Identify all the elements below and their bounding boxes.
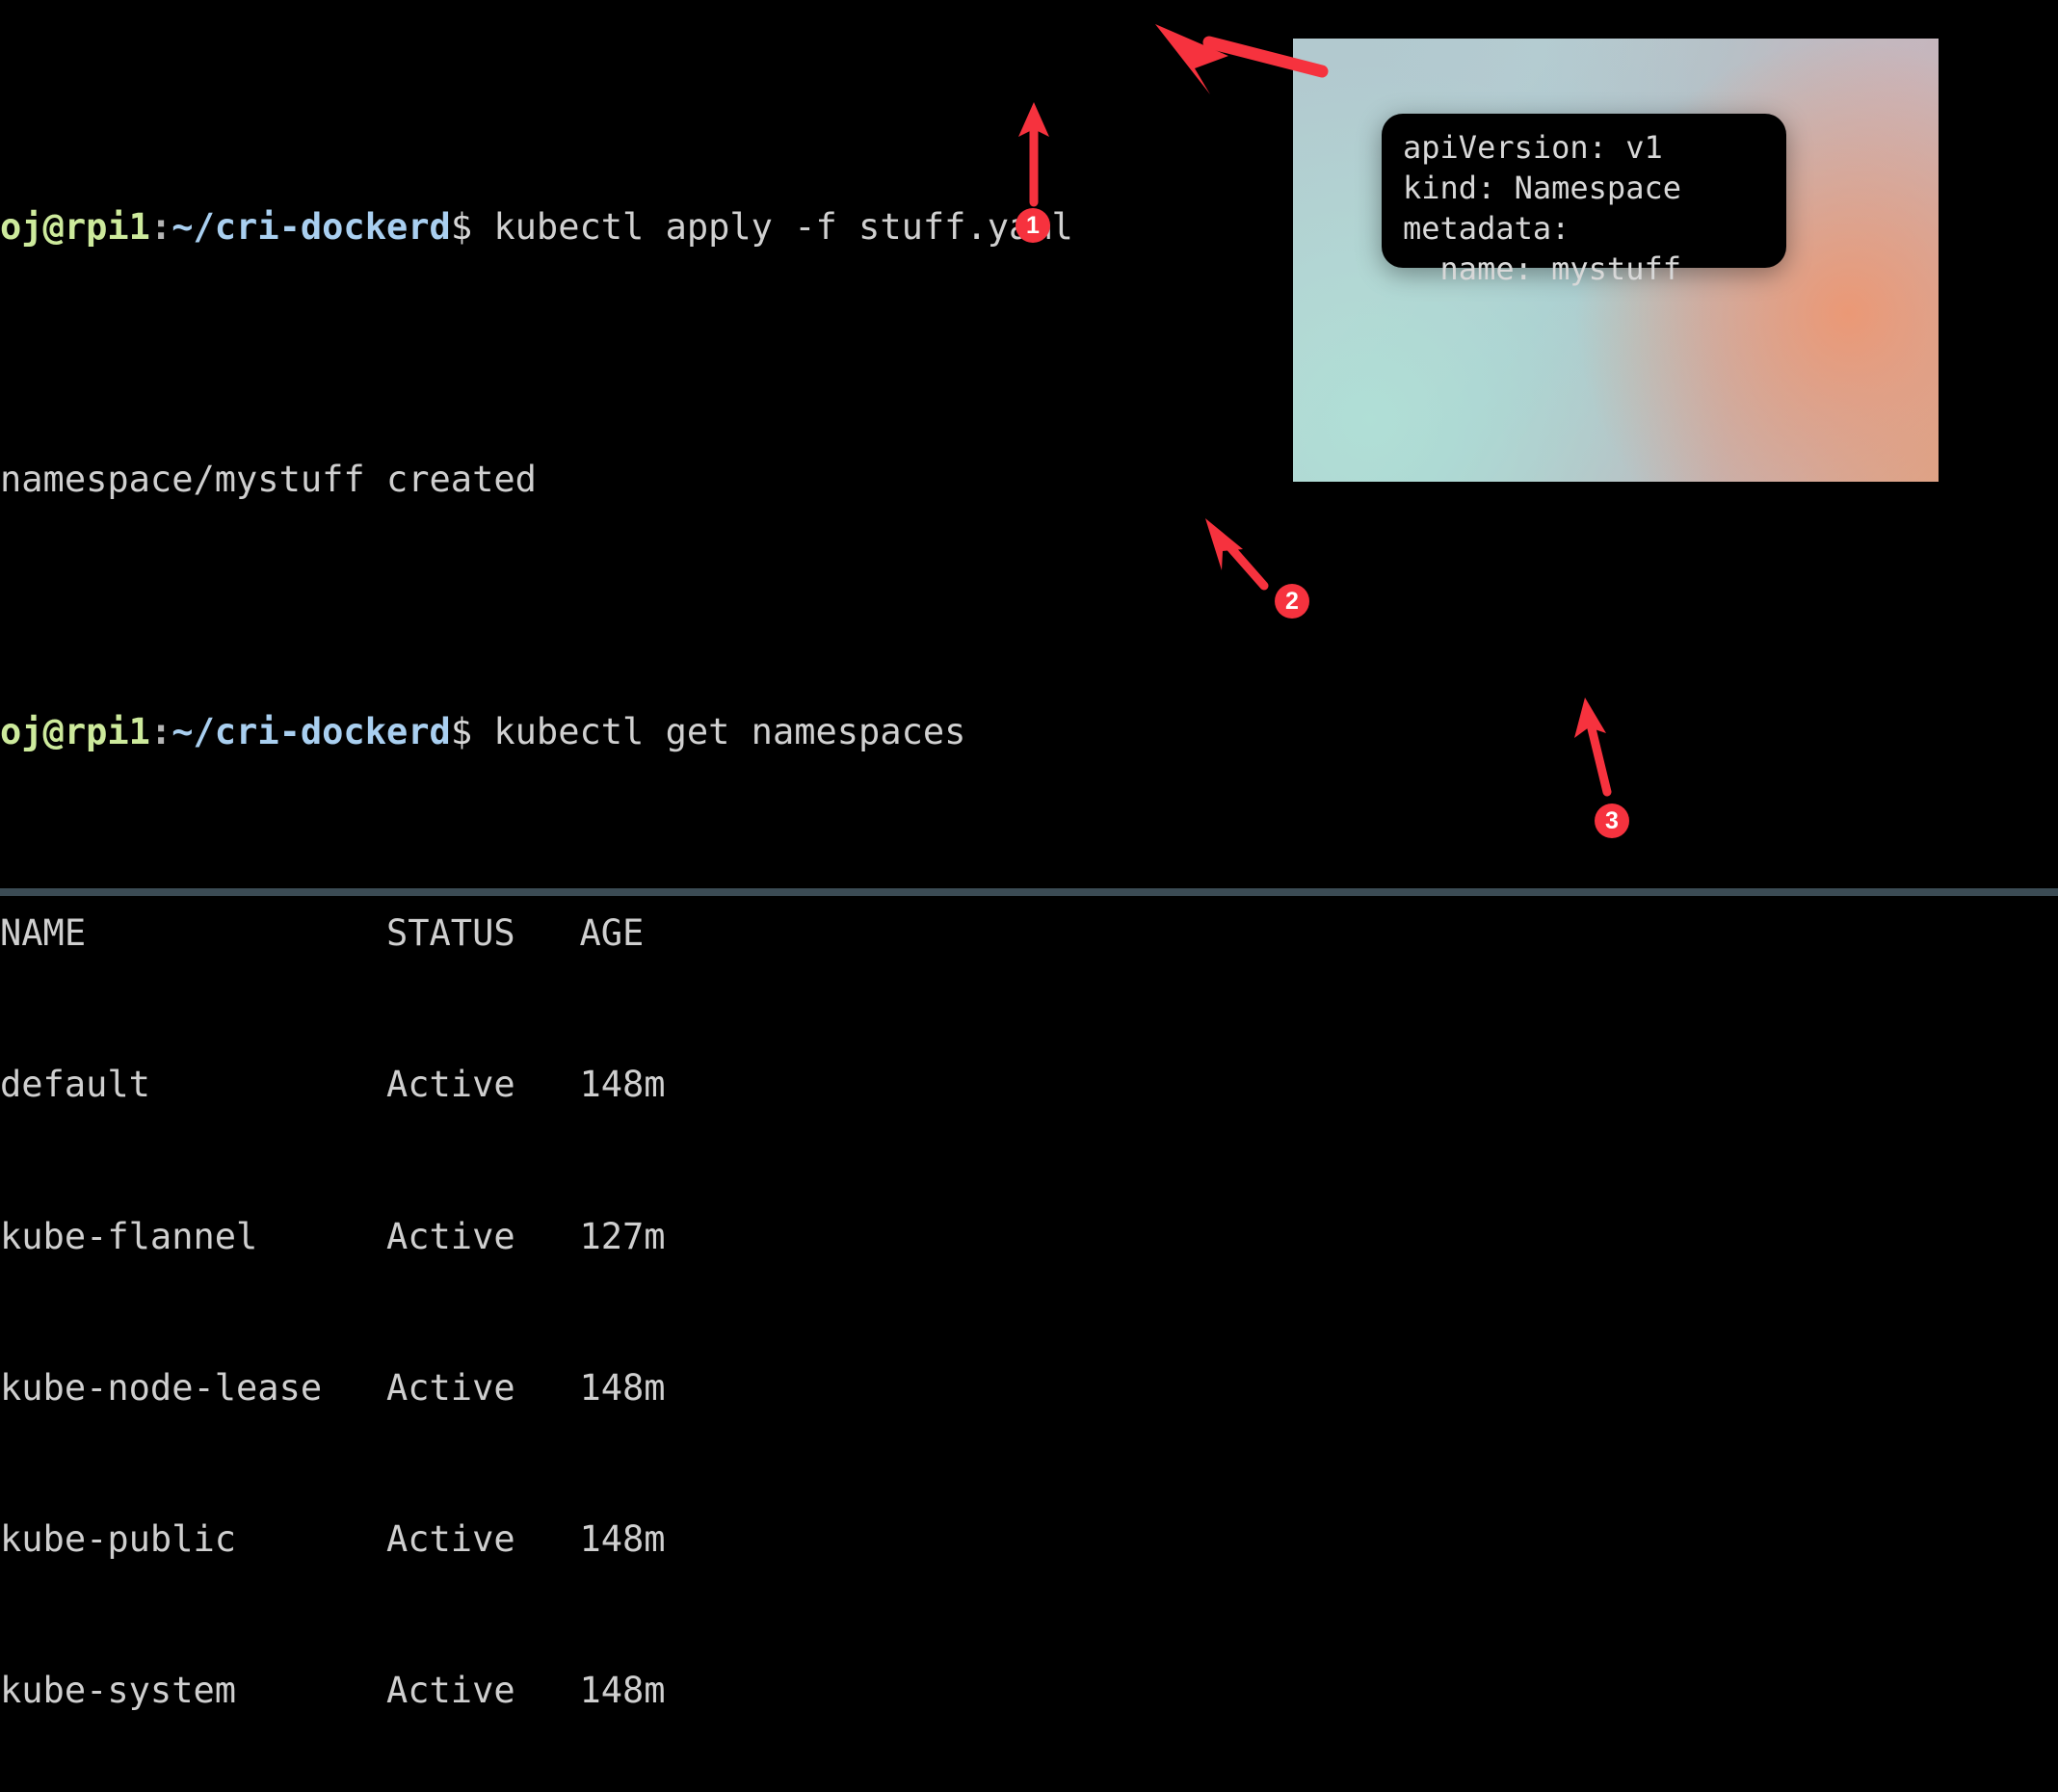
- terminal-line-prompt: oj@rpi1:~/cri-dockerd$ kubectl get names…: [0, 707, 2058, 757]
- prompt-user-host: oj@rpi1: [0, 205, 150, 248]
- callout-badge-1-label: 1: [1026, 211, 1040, 239]
- prompt-path: ~/cri-dockerd: [172, 710, 451, 752]
- inset-image-panel: apiVersion: v1 kind: Namespace metadata:…: [1293, 39, 1939, 482]
- table-row: kube-flannel Active 127m: [0, 1215, 666, 1257]
- table-row: kube-public Active 148m: [0, 1518, 666, 1561]
- terminal-screenshot: oj@rpi1:~/cri-dockerd$ kubectl apply -f …: [0, 0, 2058, 1711]
- prompt-separator: :: [149, 205, 172, 248]
- yaml-line-metadata: metadata:: [1403, 210, 1570, 247]
- callout-badge-2: 2: [1275, 584, 1309, 619]
- table-row: kube-node-lease Active 148m: [0, 1366, 666, 1409]
- yaml-line-apiversion: apiVersion: v1: [1403, 129, 1663, 166]
- table-row: kube-system Active 148m: [0, 1670, 666, 1712]
- yaml-line-kind: kind: Namespace: [1403, 170, 1681, 206]
- yaml-code-card: apiVersion: v1 kind: Namespace metadata:…: [1382, 114, 1786, 287]
- prompt-symbol: $: [450, 205, 473, 248]
- prompt-path: ~/cri-dockerd: [172, 205, 451, 248]
- yaml-line-name: name: mystuff: [1403, 250, 1681, 287]
- prompt-separator: :: [149, 710, 172, 752]
- prompt-user-host: oj@rpi1: [0, 710, 150, 752]
- status-bar: [0, 888, 2058, 896]
- terminal-command: kubectl apply -f stuff.yaml: [472, 205, 1073, 248]
- table-row: default Active 148m: [0, 1064, 666, 1106]
- callout-badge-3: 3: [1595, 804, 1629, 838]
- terminal-command: kubectl get namespaces: [472, 710, 966, 752]
- prompt-symbol: $: [450, 710, 473, 752]
- callout-badge-1: 1: [1016, 208, 1050, 243]
- namespaces-table-header: NAME STATUS AGE: [0, 912, 645, 955]
- callout-badge-2-label: 2: [1285, 587, 1299, 615]
- callout-badge-3-label: 3: [1605, 806, 1619, 834]
